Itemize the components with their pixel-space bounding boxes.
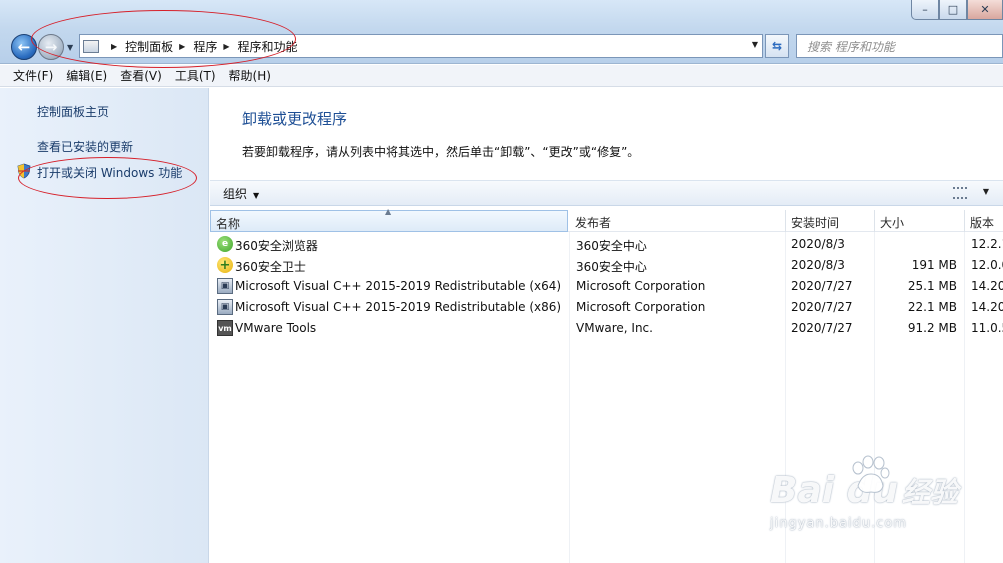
- sidebar-item-control-panel-home[interactable]: 控制面板主页: [37, 103, 109, 120]
- forward-button[interactable]: →: [38, 34, 64, 60]
- program-size: 25.1 MB: [907, 279, 957, 293]
- menu-edit[interactable]: 编辑(E): [66, 67, 107, 84]
- table-row[interactable]: e 360安全浏览器 360安全中心 2020/8/3 12.2.1: [210, 234, 1003, 255]
- program-version: 14.20: [971, 300, 1003, 314]
- program-size: 22.1 MB: [907, 300, 957, 314]
- watermark-brand-cn: 经验: [901, 476, 958, 509]
- program-version: 14.20: [971, 279, 1003, 293]
- program-name: 360安全卫士: [235, 260, 306, 274]
- arrow-left-icon: ←: [17, 38, 31, 56]
- baidu-jingyan-watermark: Bai du 经验 jingyan.baidu.com: [770, 455, 958, 531]
- chevron-down-icon: ▼: [253, 190, 260, 200]
- control-panel-icon: [83, 39, 99, 53]
- program-publisher: 360安全中心: [576, 239, 647, 253]
- menu-file[interactable]: 文件(F): [13, 67, 53, 84]
- back-button[interactable]: ←: [11, 34, 37, 60]
- maximize-button[interactable]: □: [939, 0, 967, 20]
- organize-button[interactable]: 组织 ▼: [223, 185, 259, 202]
- program-name: Microsoft Visual C++ 2015-2019 Redistrib…: [235, 279, 565, 293]
- program-version: 12.2.1: [971, 237, 1003, 251]
- program-name: 360安全浏览器: [235, 239, 318, 253]
- watermark-url: jingyan.baidu.com: [770, 516, 907, 531]
- program-size: 91.2 MB: [907, 321, 957, 335]
- history-dropdown-icon[interactable]: ▼: [67, 43, 73, 52]
- breadcrumb-programs-features[interactable]: 程序和功能: [238, 38, 298, 55]
- column-header-label: 名称: [216, 217, 241, 231]
- task-pane: 控制面板主页 查看已安装的更新 打开或关闭 Windows 功能: [0, 88, 209, 563]
- program-version: 11.0.5: [971, 321, 1003, 335]
- breadcrumb-programs[interactable]: 程序: [193, 38, 217, 55]
- program-publisher: Microsoft Corporation: [576, 300, 706, 314]
- menu-view[interactable]: 查看(V): [120, 67, 162, 84]
- view-options-icon[interactable]: [953, 187, 967, 199]
- refresh-button[interactable]: ⇆: [765, 34, 789, 58]
- menu-bar: 文件(F) 编辑(E) 查看(V) 工具(T) 帮助(H): [0, 65, 1003, 87]
- breadcrumb-control-panel[interactable]: 控制面板: [125, 38, 173, 55]
- menu-help[interactable]: 帮助(H): [229, 67, 271, 84]
- menu-tools[interactable]: 工具(T): [175, 67, 216, 84]
- 360-browser-icon: e: [217, 236, 233, 252]
- command-bar: 组织 ▼ ▼: [210, 180, 1003, 206]
- arrow-right-icon: →: [44, 38, 58, 56]
- program-publisher: Microsoft Corporation: [576, 279, 706, 293]
- program-size: 191 MB: [911, 258, 957, 272]
- column-header-version[interactable]: 版本: [965, 210, 1003, 232]
- installer-icon: ▣: [217, 278, 233, 294]
- table-row[interactable]: + 360安全卫士 360安全中心 2020/8/3 191 MB 12.0.0: [210, 255, 1003, 276]
- vmware-icon: vm: [217, 320, 233, 336]
- chevron-right-icon[interactable]: ▶: [179, 42, 185, 51]
- search-input[interactable]: 搜索 程序和功能: [796, 34, 1003, 58]
- column-header-row: ▲ 名称 发布者 安装时间 大小 版本: [210, 207, 1003, 232]
- sidebar-item-installed-updates[interactable]: 查看已安装的更新: [37, 138, 133, 155]
- shield-icon: [17, 163, 31, 179]
- column-header-installed-on[interactable]: 安装时间: [786, 210, 875, 232]
- column-header-size[interactable]: 大小: [875, 210, 965, 232]
- close-button[interactable]: ✕: [967, 0, 1003, 20]
- installer-icon: ▣: [217, 299, 233, 315]
- program-install-date: 2020/7/27: [791, 279, 853, 293]
- breadcrumb: ▶ 控制面板 ▶ 程序 ▶ 程序和功能: [105, 38, 298, 55]
- view-dropdown-icon[interactable]: ▼: [983, 187, 989, 196]
- program-publisher: 360安全中心: [576, 260, 647, 274]
- sort-ascending-icon: ▲: [385, 207, 392, 216]
- address-bar[interactable]: ▶ 控制面板 ▶ 程序 ▶ 程序和功能 ▼: [79, 34, 763, 58]
- column-header-name[interactable]: ▲ 名称: [210, 207, 568, 232]
- window-controls: – □ ✕: [911, 0, 1003, 20]
- column-header-publisher[interactable]: 发布者: [570, 210, 786, 232]
- title-bar: – □ ✕ ← → ▼ ▶ 控制面板 ▶ 程序 ▶ 程序和功能 ▼ ⇆ 搜索 程…: [0, 0, 1003, 64]
- table-row[interactable]: vm VMware Tools VMware, Inc. 2020/7/27 9…: [210, 318, 1003, 339]
- table-row[interactable]: ▣ Microsoft Visual C++ 2015-2019 Redistr…: [210, 297, 1003, 318]
- minimize-button[interactable]: –: [911, 0, 939, 20]
- chevron-right-icon[interactable]: ▶: [111, 42, 117, 51]
- program-name: Microsoft Visual C++ 2015-2019 Redistrib…: [235, 300, 565, 314]
- program-install-date: 2020/7/27: [791, 321, 853, 335]
- page-title: 卸载或更改程序: [242, 110, 348, 128]
- program-version: 12.0.0: [971, 258, 1003, 272]
- page-description: 若要卸载程序，请从列表中将其选中，然后单击“卸载”、“更改”或“修复”。: [242, 145, 640, 159]
- program-install-date: 2020/7/27: [791, 300, 853, 314]
- organize-label: 组织: [223, 186, 248, 201]
- 360-guard-icon: +: [217, 257, 233, 273]
- program-install-date: 2020/8/3: [791, 258, 845, 272]
- program-publisher: VMware, Inc.: [576, 321, 653, 335]
- chevron-right-icon[interactable]: ▶: [223, 42, 229, 51]
- address-dropdown-icon[interactable]: ▼: [752, 40, 758, 49]
- paw-logo-icon: [852, 455, 890, 493]
- table-row[interactable]: ▣ Microsoft Visual C++ 2015-2019 Redistr…: [210, 276, 1003, 297]
- refresh-icon: ⇆: [771, 39, 783, 53]
- sidebar-item-windows-features[interactable]: 打开或关闭 Windows 功能: [37, 164, 182, 181]
- program-install-date: 2020/8/3: [791, 237, 845, 251]
- program-name: VMware Tools: [235, 321, 317, 335]
